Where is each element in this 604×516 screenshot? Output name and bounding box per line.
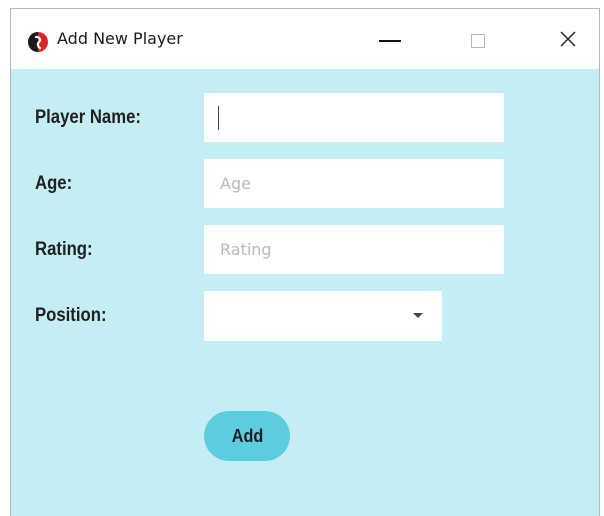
minimize-icon xyxy=(379,40,401,42)
maximize-icon xyxy=(471,34,485,48)
age-label: Age: xyxy=(35,173,73,194)
position-dropdown[interactable] xyxy=(204,291,442,341)
add-button[interactable]: Add xyxy=(204,411,290,461)
chevron-down-icon xyxy=(413,313,423,318)
minimize-button[interactable] xyxy=(367,21,413,61)
title-bar[interactable]: Add New Player xyxy=(11,9,599,69)
text-caret xyxy=(218,106,219,130)
rating-label: Rating: xyxy=(35,239,93,260)
add-player-window: Add New Player Player Name: Age: Rating:… xyxy=(10,8,600,516)
app-logo-icon xyxy=(27,31,49,53)
window-title: Add New Player xyxy=(57,29,183,48)
age-input[interactable] xyxy=(204,159,504,208)
close-button[interactable] xyxy=(545,21,591,61)
player-name-input[interactable] xyxy=(204,93,504,142)
close-icon xyxy=(559,30,577,53)
player-name-label: Player Name: xyxy=(35,107,141,128)
position-label: Position: xyxy=(35,305,107,326)
maximize-button[interactable] xyxy=(455,21,501,61)
add-button-label: Add xyxy=(231,425,263,446)
player-name-field-wrapper xyxy=(204,93,504,142)
rating-input[interactable] xyxy=(204,225,504,274)
